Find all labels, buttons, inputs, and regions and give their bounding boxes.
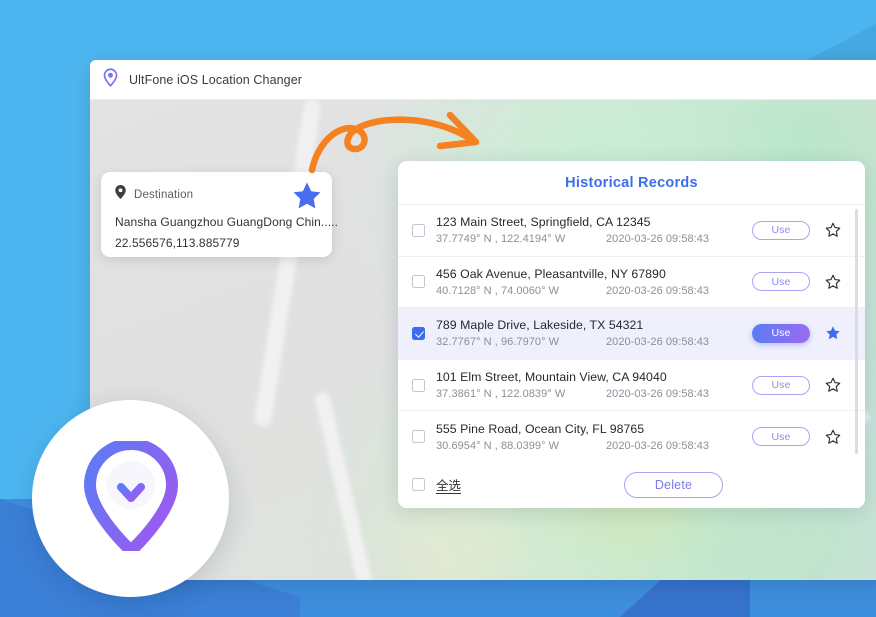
use-button[interactable]: Use bbox=[752, 220, 810, 240]
row-checkbox[interactable] bbox=[412, 378, 425, 392]
row-address: 123 Main Street, Springfield, CA 12345 bbox=[436, 215, 651, 230]
row-text-block: 123 Main Street, Springfield, CA 12345 37… bbox=[436, 215, 752, 245]
row-subline: 37.3861° N , 122.0839° W 2020-03-26 09:58… bbox=[436, 388, 752, 400]
row-timestamp: 2020-03-26 09:58:43 bbox=[606, 284, 710, 297]
app-title: UltFone iOS Location Changer bbox=[129, 72, 303, 87]
use-button[interactable]: Use bbox=[752, 323, 810, 343]
star-outline-icon[interactable] bbox=[825, 429, 841, 445]
row-subline: 40.7128° N , 74.0060° W 2020-03-26 09:58:… bbox=[436, 285, 752, 297]
panel-footer: 全选 Delete bbox=[398, 461, 865, 508]
map-pin-icon bbox=[115, 185, 126, 204]
table-row[interactable]: 555 Pine Road, Ocean City, FL 98765 30.69… bbox=[398, 411, 865, 461]
row-coordinates: 40.7128° N , 74.0060° W bbox=[436, 284, 560, 297]
row-subline: 37.7749° N , 122.4194° W 2020-03-26 09:58… bbox=[436, 233, 752, 245]
table-row[interactable]: 456 Oak Avenue, Pleasantville, NY 67890 4… bbox=[398, 257, 865, 309]
use-button[interactable]: Use bbox=[752, 375, 810, 395]
row-address: 101 Elm Street, Mountain View, CA 94040 bbox=[436, 370, 667, 385]
row-checkbox[interactable] bbox=[412, 223, 425, 237]
star-filled-icon[interactable] bbox=[291, 180, 323, 212]
row-timestamp: 2020-03-26 09:58:43 bbox=[606, 233, 710, 246]
panel-header: Historical Records bbox=[398, 161, 865, 205]
row-address: 555 Pine Road, Ocean City, FL 98765 bbox=[436, 421, 645, 436]
select-all-checkbox[interactable] bbox=[412, 478, 425, 491]
star-outline-icon[interactable] bbox=[825, 274, 841, 290]
row-coordinates: 32.7767° N , 96.7970° W bbox=[436, 336, 560, 349]
row-subline: 30.6954° N , 88.0399° W 2020-03-26 09:58:… bbox=[436, 440, 752, 452]
use-button[interactable]: Use bbox=[752, 427, 810, 447]
star-filled-icon[interactable] bbox=[825, 325, 841, 341]
row-text-block: 555 Pine Road, Ocean City, FL 98765 30.69… bbox=[436, 422, 752, 452]
list-scrollbar[interactable] bbox=[854, 209, 858, 454]
row-text-block: 456 Oak Avenue, Pleasantville, NY 67890 4… bbox=[436, 267, 752, 297]
table-row[interactable]: 789 Maple Drive, Lakeside, TX 54321 32.77… bbox=[398, 308, 865, 360]
use-button[interactable]: Use bbox=[752, 272, 810, 292]
table-row[interactable]: 101 Elm Street, Mountain View, CA 94040 3… bbox=[398, 360, 865, 412]
row-text-block: 789 Maple Drive, Lakeside, TX 54321 32.77… bbox=[436, 318, 752, 348]
historical-records-panel: Historical Records 123 Main Street, Spri… bbox=[398, 161, 865, 508]
select-all-label[interactable]: 全选 bbox=[436, 475, 461, 494]
row-checkbox[interactable] bbox=[412, 275, 425, 289]
map-road bbox=[253, 98, 322, 428]
destination-card[interactable]: Destination Nansha Guangzhou GuangDong C… bbox=[101, 172, 339, 257]
row-coordinates: 37.7749° N , 122.4194° W bbox=[436, 233, 566, 246]
row-coordinates: 37.3861° N , 122.0839° W bbox=[436, 388, 566, 401]
row-checkbox[interactable] bbox=[412, 326, 425, 340]
star-outline-icon[interactable] bbox=[825, 377, 841, 393]
product-logo-badge bbox=[32, 400, 229, 597]
poster-background: UltFone iOS Location Changer Destination… bbox=[0, 0, 876, 617]
row-checkbox[interactable] bbox=[412, 430, 425, 444]
destination-coordinates: 22.556576,113.885779 bbox=[115, 236, 240, 250]
location-pin-logo-icon bbox=[101, 67, 120, 92]
destination-label: Destination bbox=[134, 188, 194, 201]
title-bar: UltFone iOS Location Changer bbox=[90, 60, 876, 100]
panel-title: Historical Records bbox=[565, 174, 698, 191]
row-coordinates: 30.6954° N , 88.0399° W bbox=[436, 439, 560, 452]
destination-card-header: Destination bbox=[115, 185, 318, 204]
row-subline: 32.7767° N , 96.7970° W 2020-03-26 09:58:… bbox=[436, 336, 752, 348]
row-timestamp: 2020-03-26 09:58:43 bbox=[606, 388, 710, 401]
row-text-block: 101 Elm Street, Mountain View, CA 94040 3… bbox=[436, 370, 752, 400]
row-address: 456 Oak Avenue, Pleasantville, NY 67890 bbox=[436, 266, 666, 281]
row-timestamp: 2020-03-26 09:58:43 bbox=[606, 336, 710, 349]
row-address: 789 Maple Drive, Lakeside, TX 54321 bbox=[436, 318, 644, 333]
destination-address: Nansha Guangzhou GuangDong Chin..... bbox=[115, 215, 339, 229]
star-outline-icon[interactable] bbox=[825, 222, 841, 238]
map-road bbox=[313, 390, 374, 580]
table-row[interactable]: 123 Main Street, Springfield, CA 12345 37… bbox=[398, 205, 865, 257]
pin-download-logo-icon bbox=[83, 437, 179, 556]
row-timestamp: 2020-03-26 09:58:43 bbox=[606, 439, 710, 452]
records-list[interactable]: 123 Main Street, Springfield, CA 12345 37… bbox=[398, 205, 865, 461]
delete-button[interactable]: Delete bbox=[624, 471, 723, 498]
